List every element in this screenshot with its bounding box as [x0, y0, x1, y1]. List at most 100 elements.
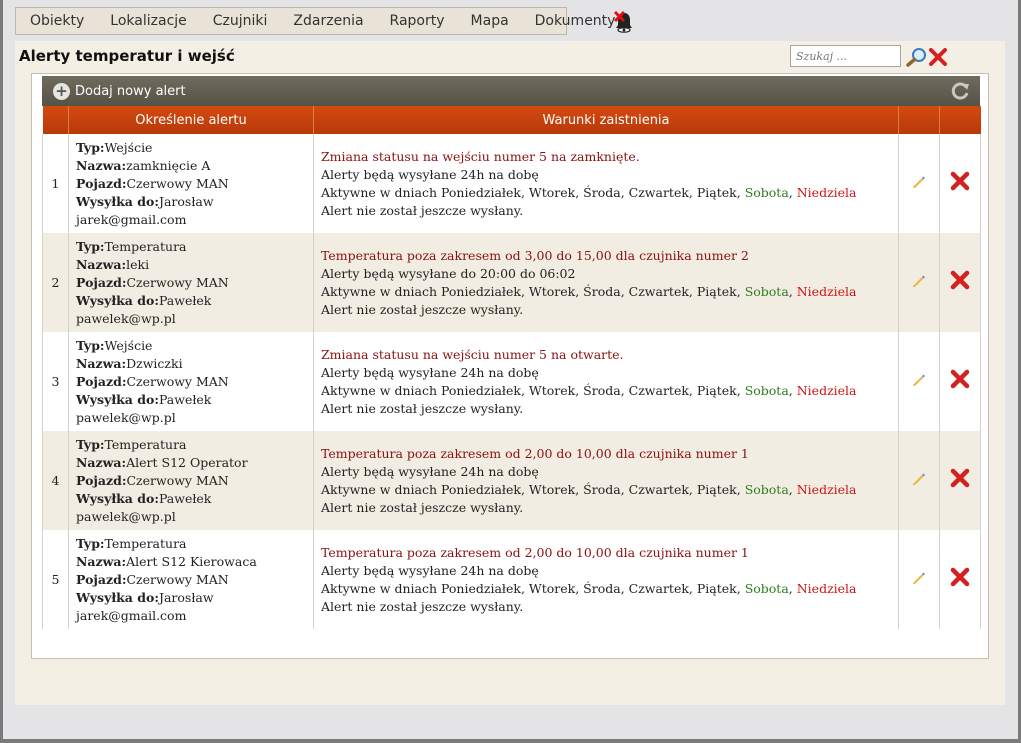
- pencil-icon[interactable]: [911, 173, 927, 189]
- alert-condition: Temperatura poza zakresem od 3,00 do 15,…: [321, 247, 749, 263]
- alert-name: zamknięcie A: [126, 157, 211, 173]
- alert-email: jarek@gmail.com: [76, 607, 187, 623]
- menu-item-raporty[interactable]: Raporty: [377, 8, 458, 34]
- send-to-label: Wysyłka do:: [76, 391, 159, 407]
- pencil-icon[interactable]: [911, 569, 927, 585]
- red-x-icon[interactable]: [928, 48, 948, 66]
- alert-schedule: Alerty będą wysyłane do 20:00 do 06:02: [321, 265, 576, 281]
- alert-vehicle: Czerwowy MAN: [126, 571, 229, 587]
- row-number: 1: [42, 134, 69, 233]
- delete-x-icon[interactable]: [949, 468, 971, 488]
- delete-x-icon[interactable]: [949, 567, 971, 587]
- menu-item-czujniki[interactable]: Czujniki: [200, 8, 281, 34]
- alerts-table: Określenie alertu Warunki zaistnienia 1 …: [42, 106, 981, 629]
- search-input[interactable]: [790, 45, 901, 67]
- day-saturday: Sobota: [744, 184, 789, 200]
- alert-conditions-cell: Temperatura poza zakresem od 3,00 do 15,…: [313, 233, 899, 332]
- alert-type: Temperatura: [104, 436, 187, 452]
- alert-type: Wejście: [104, 139, 153, 155]
- col-header-delete: [939, 106, 981, 134]
- alert-recipient: Jarosław: [158, 589, 214, 605]
- alert-status: Alert nie został jeszcze wysłany.: [321, 598, 524, 614]
- alert-conditions-cell: Temperatura poza zakresem od 2,00 do 10,…: [313, 431, 899, 530]
- alert-name: Dzwiczki: [126, 355, 183, 371]
- menu-item-obiekty[interactable]: Obiekty: [16, 8, 97, 34]
- col-header-definition[interactable]: Określenie alertu: [68, 106, 314, 134]
- vehicle-label: Pojazd:: [76, 571, 127, 587]
- alert-conditions-cell: Zmiana statusu na wejściu numer 5 na otw…: [313, 332, 899, 431]
- day-saturday: Sobota: [744, 382, 789, 398]
- row-number: 4: [42, 431, 69, 530]
- menu-item-zdarzenia[interactable]: Zdarzenia: [280, 8, 376, 34]
- type-label: Typ:: [76, 139, 105, 155]
- name-label: Nazwa:: [76, 454, 127, 470]
- page-title: Alerty temperatur i wejść: [19, 47, 235, 65]
- col-header-conditions[interactable]: Warunki zaistnienia: [313, 106, 899, 134]
- alert-condition: Temperatura poza zakresem od 2,00 do 10,…: [321, 544, 749, 560]
- send-to-label: Wysyłka do:: [76, 292, 159, 308]
- row-number: 3: [42, 332, 69, 431]
- alert-recipient: Jarosław: [158, 193, 214, 209]
- menu-item-mapa[interactable]: Mapa: [458, 8, 522, 34]
- day-sunday: Niedziela: [796, 184, 857, 200]
- col-header-edit: [898, 106, 940, 134]
- main-menu: Obiekty Lokalizacje Czujniki Zdarzenia R…: [15, 7, 615, 35]
- delete-cell: [939, 431, 981, 530]
- alert-schedule: Alerty będą wysyłane 24h na dobę: [321, 562, 539, 578]
- send-to-label: Wysyłka do:: [76, 193, 159, 209]
- type-label: Typ:: [76, 436, 105, 452]
- day-saturday: Sobota: [744, 283, 789, 299]
- alert-name: Alert S12 Operator: [126, 454, 248, 470]
- pencil-icon[interactable]: [911, 272, 927, 288]
- delete-cell: [939, 134, 981, 233]
- alert-type: Temperatura: [104, 238, 187, 254]
- add-alert-button[interactable]: + Dodaj nowy alert: [53, 82, 186, 100]
- alert-email: jarek@gmail.com: [76, 211, 187, 227]
- row-number: 2: [42, 233, 69, 332]
- name-label: Nazwa:: [76, 256, 127, 272]
- alert-definition-cell: Typ:Temperatura Nazwa:Alert S12 Kierowac…: [68, 530, 314, 629]
- alert-recipient: Pawełek: [158, 490, 212, 506]
- alert-email: pawelek@wp.pl: [76, 508, 176, 524]
- delete-cell: [939, 233, 981, 332]
- alert-days: Aktywne w dniach Poniedziałek, Wtorek, Ś…: [321, 580, 741, 596]
- alert-status: Alert nie został jeszcze wysłany.: [321, 202, 524, 218]
- day-sunday: Niedziela: [796, 382, 857, 398]
- alert-name: Alert S12 Kierowaca: [126, 553, 257, 569]
- alert-condition: Zmiana statusu na wejściu numer 5 na zam…: [321, 148, 640, 164]
- send-to-label: Wysyłka do:: [76, 589, 159, 605]
- vehicle-label: Pojazd:: [76, 274, 127, 290]
- vehicle-label: Pojazd:: [76, 472, 127, 488]
- alert-vehicle: Czerwowy MAN: [126, 175, 229, 191]
- alert-definition-cell: Typ:Temperatura Nazwa:Alert S12 Operator…: [68, 431, 314, 530]
- refresh-icon[interactable]: [950, 81, 970, 101]
- delete-x-icon[interactable]: [949, 171, 971, 191]
- edit-cell: [898, 134, 940, 233]
- alert-condition: Zmiana statusu na wejściu numer 5 na otw…: [321, 346, 624, 362]
- pencil-icon[interactable]: [911, 371, 927, 387]
- alert-schedule: Alerty będą wysyłane 24h na dobę: [321, 166, 539, 182]
- edit-cell: [898, 233, 940, 332]
- edit-cell: [898, 431, 940, 530]
- day-sunday: Niedziela: [796, 580, 857, 596]
- pencil-icon[interactable]: [911, 470, 927, 486]
- bell-muted-icon[interactable]: [612, 10, 636, 34]
- day-sunday: Niedziela: [796, 283, 857, 299]
- alert-recipient: Pawełek: [158, 391, 212, 407]
- menu-item-lokalizacje[interactable]: Lokalizacje: [97, 8, 199, 34]
- alert-condition: Temperatura poza zakresem od 2,00 do 10,…: [321, 445, 749, 461]
- alerts-toolbar: + Dodaj nowy alert: [42, 76, 980, 106]
- delete-cell: [939, 530, 981, 629]
- edit-cell: [898, 332, 940, 431]
- day-saturday: Sobota: [744, 481, 789, 497]
- alert-days: Aktywne w dniach Poniedziałek, Wtorek, Ś…: [321, 283, 741, 299]
- vehicle-label: Pojazd:: [76, 175, 127, 191]
- vehicle-label: Pojazd:: [76, 373, 127, 389]
- delete-x-icon[interactable]: [949, 270, 971, 290]
- day-saturday: Sobota: [744, 580, 789, 596]
- type-label: Typ:: [76, 535, 105, 551]
- alert-recipient: Pawełek: [158, 292, 212, 308]
- alert-email: pawelek@wp.pl: [76, 409, 176, 425]
- delete-x-icon[interactable]: [949, 369, 971, 389]
- magnifier-icon[interactable]: [906, 47, 928, 67]
